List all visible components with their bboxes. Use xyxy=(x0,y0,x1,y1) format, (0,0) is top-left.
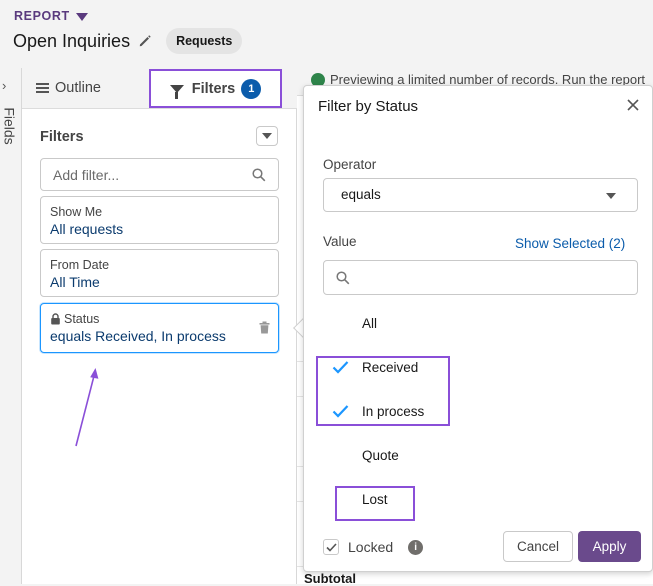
filters-menu-button[interactable] xyxy=(256,126,278,146)
highlight-box-selected xyxy=(316,356,450,426)
popover-title: Filter by Status xyxy=(318,98,419,115)
search-icon xyxy=(336,271,350,285)
report-label-text: REPORT xyxy=(14,9,70,23)
tab-outline[interactable]: Outline xyxy=(36,80,101,96)
filters-heading: Filters xyxy=(40,129,84,145)
panel-tabs: Outline Filters 1 xyxy=(22,68,297,109)
option-label: All xyxy=(362,316,378,331)
filter-from-date[interactable]: From Date All Time xyxy=(40,249,279,297)
locked-checkbox[interactable] xyxy=(323,539,339,555)
locked-label: Locked xyxy=(348,539,394,555)
operator-select[interactable]: equals xyxy=(323,178,638,212)
caret-down-icon[interactable] xyxy=(75,12,88,21)
search-icon xyxy=(252,168,266,182)
funnel-icon xyxy=(169,84,184,99)
operator-value: equals xyxy=(341,187,381,202)
fields-rail[interactable]: › Fields xyxy=(0,68,22,584)
option-quote[interactable]: Quote xyxy=(318,435,638,479)
locked-toggle[interactable]: Locked i xyxy=(323,539,424,555)
value-search-input[interactable] xyxy=(323,260,638,295)
filter-label: Status xyxy=(64,312,100,326)
filter-value: All Time xyxy=(50,274,100,290)
filter-value: equals Received, In process xyxy=(50,328,226,344)
chevron-right-icon[interactable]: › xyxy=(2,78,6,93)
value-label: Value xyxy=(323,234,357,249)
lock-icon xyxy=(51,313,60,325)
report-label[interactable]: REPORT xyxy=(14,9,88,23)
fields-rail-label[interactable]: Fields xyxy=(2,107,18,144)
show-selected-link[interactable]: Show Selected (2) xyxy=(515,236,625,251)
apply-button[interactable]: Apply xyxy=(578,531,641,562)
add-filter-input[interactable]: Add filter... xyxy=(40,158,279,191)
option-label: Quote xyxy=(362,448,399,463)
report-type-badge: Requests xyxy=(166,28,243,54)
filter-popover: Filter by Status Operator equals Value S… xyxy=(303,85,653,572)
filter-label: From Date xyxy=(50,258,110,272)
checkmark-icon xyxy=(325,542,337,552)
report-header: REPORT Open Inquiries Requests xyxy=(0,0,653,68)
filters-count-badge: 1 xyxy=(241,78,262,99)
add-filter-placeholder: Add filter... xyxy=(53,167,120,183)
close-icon[interactable] xyxy=(625,97,641,113)
filter-value: All requests xyxy=(50,221,124,237)
highlight-box-lost xyxy=(335,486,415,521)
trash-icon[interactable] xyxy=(259,321,270,334)
tab-filters[interactable]: Filters 1 xyxy=(149,69,282,108)
filters-panel: Outline Filters 1 Filters Add filter... … xyxy=(22,68,297,584)
option-all[interactable]: All xyxy=(318,303,638,347)
info-icon[interactable]: i xyxy=(408,539,424,555)
pencil-icon[interactable] xyxy=(138,34,152,48)
report-title: Open Inquiries xyxy=(13,30,131,51)
tab-filters-label: Filters xyxy=(191,80,236,97)
operator-label: Operator xyxy=(323,157,377,172)
chevron-down-icon xyxy=(262,133,272,139)
cancel-button[interactable]: Cancel xyxy=(503,531,573,562)
title-row: Open Inquiries Requests xyxy=(13,28,243,54)
filter-status[interactable]: Status equals Received, In process xyxy=(40,303,279,353)
chevron-down-icon xyxy=(606,193,616,199)
filter-label-row: Status xyxy=(50,312,269,326)
tab-outline-label: Outline xyxy=(55,80,101,96)
filter-label: Show Me xyxy=(50,205,103,219)
list-icon xyxy=(36,83,49,93)
filter-show-me[interactable]: Show Me All requests xyxy=(40,196,279,244)
